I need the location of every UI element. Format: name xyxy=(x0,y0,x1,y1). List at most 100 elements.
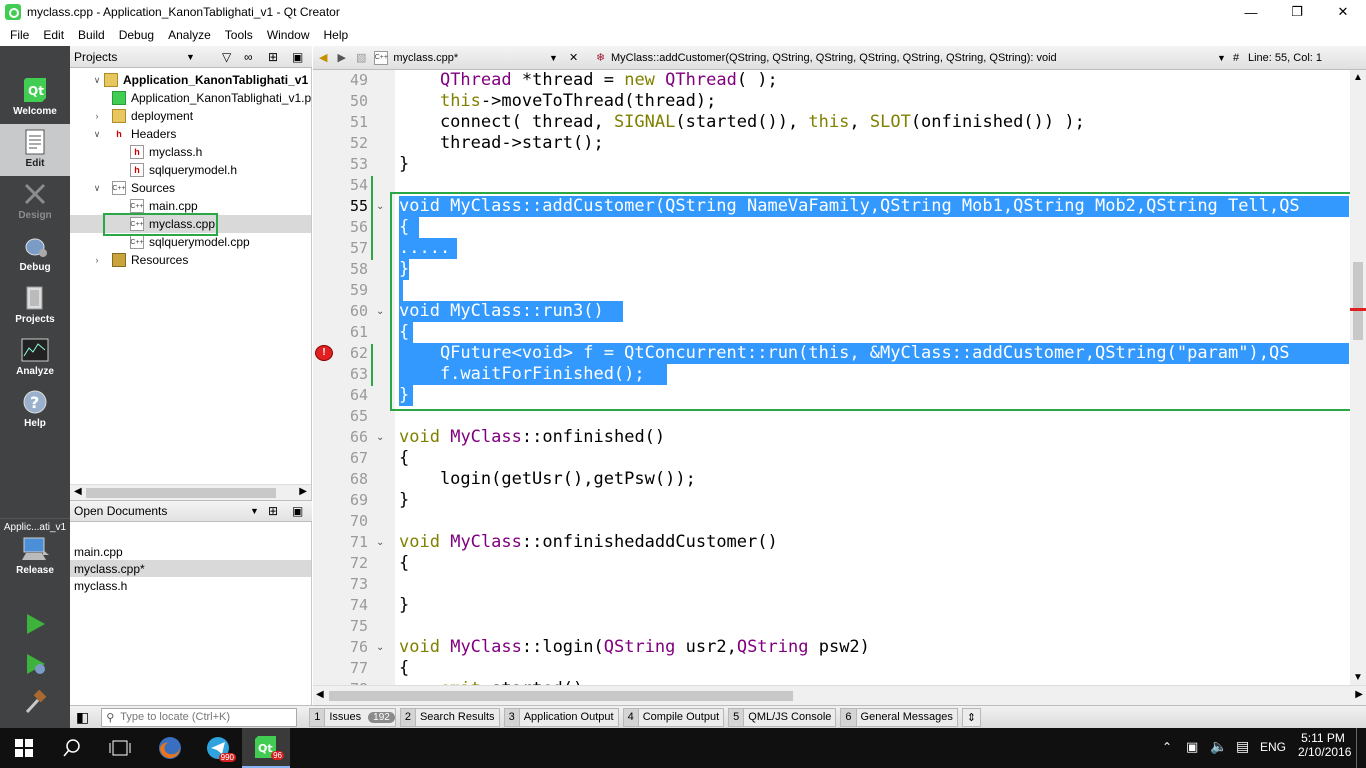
collapse-chevron-icon[interactable]: ∨ xyxy=(92,75,102,86)
open-doc-myclass-cpp[interactable]: myclass.cpp* xyxy=(70,560,311,577)
tree-item-sources[interactable]: ∨ C++ Sources xyxy=(92,179,175,197)
tree-item-myclass-h[interactable]: h myclass.h xyxy=(130,143,202,161)
code-line[interactable]: this->moveToThread(thread); xyxy=(399,91,716,112)
code-line[interactable]: QThread *thread = new QThread( ); xyxy=(399,70,778,91)
mode-help[interactable]: ? Help xyxy=(0,384,70,436)
tree-item-resources[interactable]: › Resources xyxy=(92,251,188,269)
code-line[interactable]: thread->start(); xyxy=(399,133,604,154)
view-dropdown-chevron-icon[interactable]: ▼ xyxy=(186,52,195,62)
scroll-left-icon[interactable]: ◀ xyxy=(74,486,82,497)
line-number[interactable]: 73 xyxy=(313,574,368,595)
code-line[interactable]: { xyxy=(399,658,409,679)
tree-item-sqlquerymodel-h[interactable]: h sqlquerymodel.h xyxy=(130,161,237,179)
code-line[interactable]: login(getUsr(),getPsw()); xyxy=(399,469,696,490)
current-function[interactable]: MyClass::addCustomer(QString, QString, Q… xyxy=(611,52,1057,64)
start-button[interactable] xyxy=(0,728,48,768)
line-number[interactable]: 66 xyxy=(313,427,368,448)
debug-run-button[interactable] xyxy=(0,646,70,682)
message-icon[interactable]: ▤ xyxy=(1236,738,1249,755)
close-pane-icon[interactable]: ▣ xyxy=(292,504,303,518)
code-line[interactable]: } xyxy=(399,154,409,175)
back-arrow-icon[interactable]: ◀ xyxy=(319,51,327,64)
tab-issues[interactable]: 1 Issues 192 xyxy=(309,707,396,727)
forward-arrow-icon[interactable]: ▶ xyxy=(337,51,345,64)
code-line[interactable]: void MyClass::onfinished() xyxy=(399,427,665,448)
horizontal-scrollbar[interactable]: ◀ ▶ xyxy=(70,484,311,500)
scrollbar-thumb[interactable] xyxy=(86,488,276,498)
editor-horizontal-scrollbar[interactable]: ◀ ▶ xyxy=(313,685,1366,705)
more-tabs-button[interactable]: ⇕ xyxy=(961,707,982,727)
fold-chevron-icon[interactable]: ⌄ xyxy=(376,637,384,658)
line-number[interactable]: 56 xyxy=(313,217,368,238)
search-button[interactable] xyxy=(48,728,96,768)
input-language[interactable]: ENG xyxy=(1260,740,1286,754)
code-line[interactable]: { xyxy=(399,448,409,469)
tree-item-headers[interactable]: ∨ h Headers xyxy=(92,125,177,143)
show-hidden-icons-chevron-icon[interactable]: ⌃ xyxy=(1162,740,1172,754)
line-number[interactable]: 77 xyxy=(313,658,368,679)
tree-root[interactable]: ∨ Application_KanonTablighati_v1 xyxy=(92,71,308,89)
scroll-down-icon[interactable]: ▼ xyxy=(1353,672,1363,683)
network-icon[interactable]: ▣ xyxy=(1186,739,1198,755)
tab-general-messages[interactable]: 6 General Messages xyxy=(840,707,958,727)
menu-tools[interactable]: Tools xyxy=(218,28,260,42)
open-doc-main-cpp[interactable]: main.cpp xyxy=(74,543,123,560)
mode-debug[interactable]: Debug xyxy=(0,228,70,280)
line-number[interactable]: 70 xyxy=(313,511,368,532)
line-number[interactable]: 71 xyxy=(313,532,368,553)
scroll-right-icon[interactable]: ▶ xyxy=(299,486,307,497)
close-pane-icon[interactable]: ▣ xyxy=(292,50,303,64)
tab-compile-output[interactable]: 4 Compile Output xyxy=(622,707,725,727)
clock[interactable]: 5:11 PM 2/10/2016 xyxy=(1298,731,1351,759)
code-line[interactable]: } xyxy=(399,490,409,511)
line-number[interactable]: 58 xyxy=(313,259,368,280)
fold-chevron-icon[interactable]: ⌄ xyxy=(376,427,384,448)
show-desktop-button[interactable] xyxy=(1356,728,1357,768)
fold-chevron-icon[interactable]: ⌄ xyxy=(376,301,384,322)
toggle-sidebar-icon[interactable]: ◧ xyxy=(76,709,89,726)
line-number[interactable]: 68 xyxy=(313,469,368,490)
mode-analyze[interactable]: Analyze xyxy=(0,332,70,384)
code-line[interactable]: } xyxy=(399,595,409,616)
code-line[interactable]: connect( thread, SIGNAL(started()), this… xyxy=(399,112,1085,133)
line-number[interactable]: 51 xyxy=(313,112,368,133)
build-button[interactable] xyxy=(0,684,70,720)
scrollbar-thumb[interactable] xyxy=(329,691,793,701)
cursor-position[interactable]: Line: 55, Col: 1 xyxy=(1248,52,1322,64)
menu-file[interactable]: File xyxy=(3,28,36,42)
line-number[interactable]: 74 xyxy=(313,595,368,616)
menu-debug[interactable]: Debug xyxy=(112,28,161,42)
line-number[interactable]: 49 xyxy=(313,70,368,91)
split-icon[interactable]: ⊞ xyxy=(268,504,278,518)
line-number[interactable]: 76 xyxy=(313,637,368,658)
mode-edit[interactable]: Edit xyxy=(0,124,70,176)
tree-item-deployment[interactable]: › deployment xyxy=(92,107,193,125)
line-number[interactable]: 50 xyxy=(313,91,368,112)
line-number[interactable]: 75 xyxy=(313,616,368,637)
tab-qml-js-console[interactable]: 5 QML/JS Console xyxy=(728,707,837,727)
line-number[interactable]: 55 xyxy=(313,196,368,217)
taskbar-telegram[interactable]: 990 xyxy=(194,728,242,768)
menu-window[interactable]: Window xyxy=(260,28,317,42)
code-line[interactable]: void MyClass::login(QString usr2,QString… xyxy=(399,637,870,658)
menu-build[interactable]: Build xyxy=(71,28,112,42)
line-number[interactable]: 61 xyxy=(313,322,368,343)
taskbar-qt-creator[interactable]: Qt 96 xyxy=(242,728,290,768)
line-number[interactable]: 57 xyxy=(313,238,368,259)
locator-input[interactable]: ⚲ Type to locate (Ctrl+K) xyxy=(101,707,298,727)
scroll-left-icon[interactable]: ◀ xyxy=(316,689,324,700)
line-number[interactable]: 54 xyxy=(313,175,368,196)
run-button[interactable] xyxy=(0,606,70,642)
tab-application-output[interactable]: 3 Application Output xyxy=(503,707,619,727)
scroll-right-icon[interactable]: ▶ xyxy=(1355,689,1363,700)
expand-chevron-icon[interactable]: › xyxy=(92,255,102,265)
line-number[interactable]: 59 xyxy=(313,280,368,301)
line-number[interactable]: 69 xyxy=(313,490,368,511)
volume-icon[interactable]: 🔈 xyxy=(1210,738,1227,755)
open-doc-myclass-h[interactable]: myclass.h xyxy=(74,577,127,594)
collapse-chevron-icon[interactable]: ∨ xyxy=(92,129,102,140)
filter-icon[interactable]: ▽ xyxy=(222,50,231,64)
line-number[interactable]: 63 xyxy=(313,364,368,385)
line-number[interactable]: 52 xyxy=(313,133,368,154)
line-number[interactable]: 64 xyxy=(313,385,368,406)
